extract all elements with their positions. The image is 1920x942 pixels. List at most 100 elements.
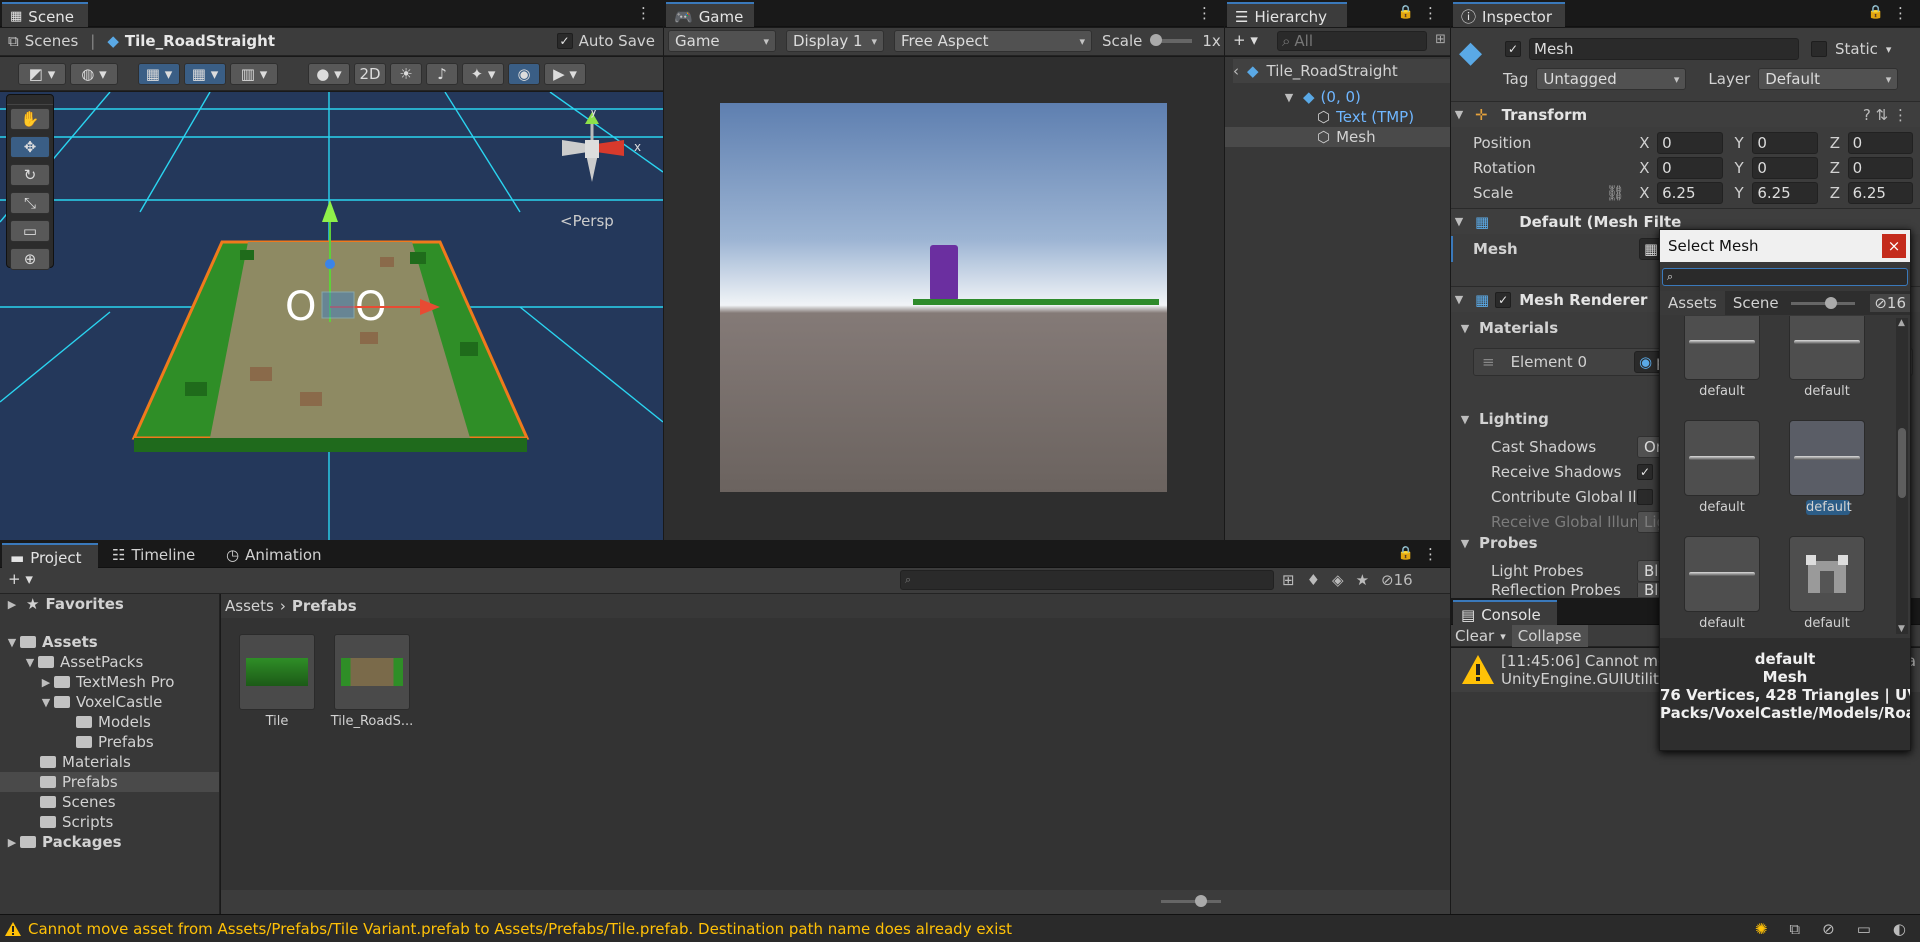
- position-y-field[interactable]: 0: [1752, 131, 1818, 154]
- tree-item-voxelcastle[interactable]: ▼ VoxelCastle: [38, 692, 163, 712]
- position-z-field[interactable]: 0: [1847, 131, 1913, 154]
- layers-icon[interactable]: ⧉: [1789, 920, 1800, 938]
- audio-toggle-icon[interactable]: ♪: [426, 63, 458, 85]
- notifications-icon[interactable]: ◐: [1893, 920, 1906, 938]
- tree-item-prefabs-voxel[interactable]: Prefabs: [76, 732, 154, 752]
- view-dropdown[interactable]: Game: [668, 30, 776, 52]
- tree-item-materials[interactable]: Materials: [40, 752, 131, 772]
- probes-foldout[interactable]: ▼ Probes: [1457, 534, 1538, 552]
- scale-y-field[interactable]: 6.25: [1752, 181, 1818, 204]
- lock-icon[interactable]: 🔒: [1398, 546, 1414, 561]
- tab-animation[interactable]: ◷ Animation: [226, 546, 322, 564]
- scale-x-field[interactable]: 6.25: [1657, 181, 1723, 204]
- contribute-gi-checkbox[interactable]: [1637, 488, 1653, 505]
- display-dropdown[interactable]: Display 1: [786, 30, 884, 52]
- icon-size-slider[interactable]: [1161, 895, 1221, 907]
- static-checkbox[interactable]: [1811, 41, 1827, 57]
- filter-label-icon[interactable]: ◈: [1332, 571, 1344, 589]
- tab-hierarchy[interactable]: ☰ Hierarchy: [1227, 2, 1347, 27]
- scale-tool-icon[interactable]: ⤡: [10, 192, 50, 214]
- chevron-down-icon[interactable]: ▾: [1886, 43, 1892, 56]
- create-plus-icon[interactable]: + ▾: [8, 570, 33, 588]
- more-menu-icon[interactable]: ⋮: [1197, 4, 1212, 22]
- tab-game[interactable]: 🎮 Game: [666, 2, 754, 27]
- active-checkbox[interactable]: ✓: [1505, 41, 1521, 57]
- palette-handle[interactable]: [7, 95, 53, 105]
- hand-tool-icon[interactable]: ✋: [10, 108, 50, 130]
- scale-z-field[interactable]: 6.25: [1847, 181, 1913, 204]
- hidden-objects-icon[interactable]: ◉: [508, 63, 540, 85]
- mesh-renderer-enabled-checkbox[interactable]: ✓: [1495, 291, 1512, 308]
- mesh-thumb[interactable]: [1684, 536, 1760, 612]
- mesh-thumb[interactable]: [1684, 316, 1760, 380]
- scenes-link[interactable]: Scenes: [25, 32, 79, 50]
- game-viewport[interactable]: [664, 57, 1224, 540]
- lighting-toggle-icon[interactable]: ☀: [390, 63, 422, 85]
- orientation-gizmo[interactable]: y x: [552, 110, 642, 190]
- hierarchy-item-mesh[interactable]: ⬡ Mesh: [1225, 127, 1450, 147]
- component-menu-icon[interactable]: ? ⇅ ⋮: [1863, 106, 1908, 124]
- tab-scene[interactable]: ▦ Scene: [2, 2, 88, 27]
- lighting-foldout[interactable]: ▼ Lighting: [1457, 410, 1549, 428]
- debug-icon[interactable]: ✺: [1755, 920, 1768, 938]
- more-menu-icon[interactable]: ⋮: [1423, 4, 1438, 22]
- aspect-dropdown[interactable]: Free Aspect: [894, 30, 1092, 52]
- status-message[interactable]: Cannot move asset from Assets/Prefabs/Ti…: [28, 920, 1012, 938]
- tab-scene[interactable]: Scene: [1729, 294, 1783, 312]
- mesh-search-input[interactable]: ⌕: [1662, 268, 1908, 286]
- breadcrumb-prefabs[interactable]: Prefabs: [292, 597, 357, 615]
- back-arrow-icon[interactable]: ‹: [1233, 62, 1239, 80]
- clear-button[interactable]: Clear: [1455, 627, 1494, 645]
- favorite-star-icon[interactable]: ★: [1356, 571, 1369, 589]
- transform-tool-icon[interactable]: ⊕: [10, 248, 50, 270]
- move-tool-icon[interactable]: ✥: [10, 136, 50, 158]
- projection-label[interactable]: <Persp: [560, 212, 614, 230]
- layer-dropdown[interactable]: Default: [1758, 68, 1899, 90]
- tree-item-packages[interactable]: ▶ Packages: [4, 832, 122, 852]
- tree-item-scenes[interactable]: Scenes: [40, 792, 116, 812]
- scene-visibility-icon[interactable]: ⊞: [1435, 32, 1446, 47]
- mesh-thumb-castle[interactable]: [1789, 536, 1865, 612]
- effects-dropdown[interactable]: ✦ ▾: [462, 63, 504, 85]
- lock-icon[interactable]: 🔒: [1868, 5, 1884, 20]
- autosave-checkbox[interactable]: ✓: [556, 33, 573, 49]
- object-name-field[interactable]: Mesh: [1529, 38, 1799, 60]
- tree-item-assetpacks[interactable]: ▼ AssetPacks: [22, 652, 144, 672]
- tab-project[interactable]: ▬ Project: [2, 543, 98, 568]
- rect-tool-icon[interactable]: ▭: [10, 220, 50, 242]
- close-button[interactable]: ×: [1882, 234, 1906, 258]
- asset-tile[interactable]: [239, 634, 315, 710]
- constrain-link-icon[interactable]: ⛓: [1606, 184, 1640, 202]
- project-search-input[interactable]: ⌕: [900, 570, 1274, 590]
- tab-assets[interactable]: Assets: [1660, 291, 1725, 315]
- hierarchy-prefab-header[interactable]: ‹ ◆ Tile_RoadStraight: [1233, 59, 1450, 83]
- network-icon[interactable]: ⊘: [1822, 920, 1835, 938]
- create-plus-icon[interactable]: + ▾: [1233, 31, 1258, 49]
- rotation-y-field[interactable]: 0: [1752, 156, 1818, 179]
- shading-mode-button[interactable]: ● ▾: [308, 63, 350, 85]
- drag-handle-icon[interactable]: ≡: [1482, 353, 1495, 371]
- rotation-x-field[interactable]: 0: [1657, 156, 1723, 179]
- increment-snap-button[interactable]: ▥ ▾: [230, 63, 278, 85]
- search-settings-icon[interactable]: ⊞: [1282, 571, 1295, 589]
- scene-viewport[interactable]: O O ✋ ✥ ↻ ⤡ ▭ ⊕ y x <Persp: [0, 92, 663, 540]
- tree-item-models[interactable]: Models: [76, 712, 151, 732]
- favorites-item[interactable]: ▶ ★ Favorites: [4, 594, 124, 614]
- receive-shadows-checkbox[interactable]: ✓: [1637, 463, 1653, 480]
- more-menu-icon[interactable]: ⋮: [1893, 4, 1908, 22]
- prefab-breadcrumb[interactable]: Tile_RoadStraight: [125, 32, 275, 50]
- mesh-thumb[interactable]: [1684, 420, 1760, 496]
- transform-header[interactable]: ▼ ✛ Transform ? ⇅ ⋮: [1451, 101, 1920, 127]
- rotation-z-field[interactable]: 0: [1847, 156, 1913, 179]
- clear-options-dropdown[interactable]: ▾: [1500, 630, 1506, 643]
- hierarchy-item-root[interactable]: ▼ ◆ (0, 0): [1281, 87, 1450, 107]
- lock-icon[interactable]: 🔒: [1398, 5, 1414, 20]
- hierarchy-item-text[interactable]: ⬡ Text (TMP): [1317, 107, 1414, 127]
- hidden-count[interactable]: ⊘16: [1870, 294, 1910, 312]
- materials-foldout[interactable]: ▼ Materials: [1457, 319, 1558, 337]
- toggle-2d-button[interactable]: 2D: [354, 63, 386, 85]
- cache-icon[interactable]: ▭: [1857, 920, 1871, 938]
- tree-item-textmeshpro[interactable]: ▶ TextMesh Pro: [38, 672, 175, 692]
- global-toggle[interactable]: ◍ ▾: [70, 63, 118, 85]
- thumbnail-size-slider[interactable]: [1790, 296, 1855, 309]
